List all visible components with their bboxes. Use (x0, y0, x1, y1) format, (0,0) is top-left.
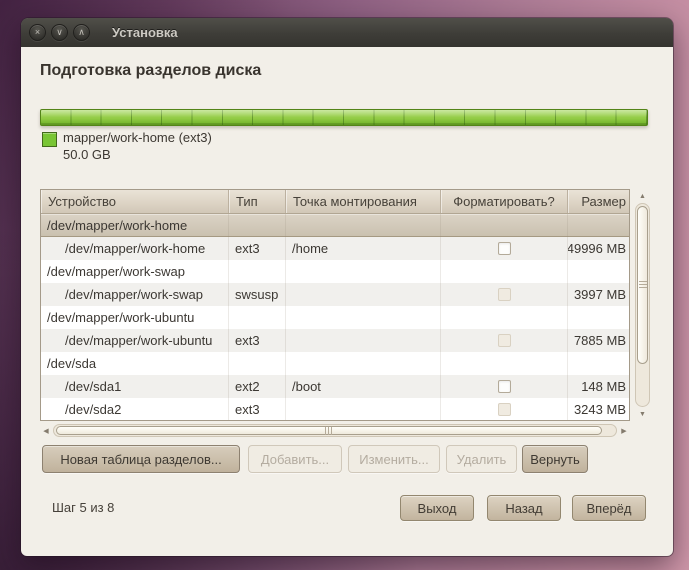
vertical-scroll-thumb[interactable] (637, 206, 648, 364)
scroll-right-icon[interactable]: ▶ (618, 426, 630, 438)
cell-mountpoint (286, 260, 441, 283)
cell-device: /dev/mapper/work-home (41, 214, 229, 237)
scroll-down-icon[interactable]: ▼ (637, 408, 649, 420)
cell-device: /dev/mapper/work-swap (41, 283, 229, 306)
table-row[interactable]: /dev/sda (41, 352, 629, 375)
scroll-left-icon[interactable]: ◀ (40, 426, 52, 438)
cell-type (229, 352, 286, 375)
vertical-scroll-trough[interactable] (635, 203, 650, 407)
cell-mountpoint (286, 329, 441, 352)
table-row[interactable]: /dev/mapper/work-home (41, 214, 629, 237)
horizontal-scroll-trough[interactable] (53, 424, 617, 437)
cell-mountpoint: /boot (286, 375, 441, 398)
cell-mountpoint (286, 352, 441, 375)
column-header-format[interactable]: Форматировать? (441, 190, 568, 213)
table-row[interactable]: /dev/mapper/work-ubuntu (41, 306, 629, 329)
cell-size: 49996 MB (568, 237, 629, 260)
cell-mountpoint (286, 283, 441, 306)
close-icon[interactable]: × (29, 24, 46, 41)
window-titlebar[interactable]: × ∨ ∧ Установка (21, 18, 673, 47)
cell-type: ext2 (229, 375, 286, 398)
cell-type (229, 214, 286, 237)
cell-size: 3997 MB (568, 283, 629, 306)
cell-mountpoint (286, 306, 441, 329)
cell-size: 3243 MB (568, 398, 629, 421)
scroll-grip-icon (639, 281, 647, 289)
horizontal-scroll-thumb[interactable] (56, 426, 602, 435)
installer-window: × ∨ ∧ Установка Подготовка разделов диск… (21, 18, 673, 556)
cell-device: /dev/sda (41, 352, 229, 375)
delete-partition-button[interactable]: Удалить (446, 445, 517, 473)
cell-type: ext3 (229, 237, 286, 260)
table-row[interactable]: /dev/mapper/work-swap swsusp 3997 MB (41, 283, 629, 306)
column-header-size[interactable]: Размер (568, 190, 629, 213)
scroll-grip-icon (325, 427, 333, 435)
table-header-row: Устройство Тип Точка монтирования Формат… (41, 190, 629, 214)
table-row[interactable]: /dev/mapper/work-home ext3 /home 49996 M… (41, 237, 629, 260)
back-button[interactable]: Назад (487, 495, 561, 521)
cell-size (568, 306, 629, 329)
forward-button[interactable]: Вперёд (572, 495, 646, 521)
cell-device: /dev/mapper/work-ubuntu (41, 329, 229, 352)
quit-button[interactable]: Выход (400, 495, 474, 521)
format-checkbox[interactable] (498, 380, 511, 393)
cell-size (568, 214, 629, 237)
column-header-device[interactable]: Устройство (41, 190, 229, 213)
legend-partition-size: 50.0 GB (63, 147, 111, 162)
cell-mountpoint (286, 398, 441, 421)
cell-type (229, 306, 286, 329)
cell-device: /dev/mapper/work-home (41, 237, 229, 260)
cell-type: swsusp (229, 283, 286, 306)
format-checkbox[interactable] (498, 288, 511, 301)
legend-partition-label: mapper/work-home (ext3) (63, 130, 212, 145)
table-row[interactable]: /dev/sda1 ext2 /boot 148 MB (41, 375, 629, 398)
cell-device: /dev/sda2 (41, 398, 229, 421)
window-title: Установка (112, 25, 178, 40)
cell-size (568, 260, 629, 283)
legend-color-swatch (42, 132, 57, 147)
table-row[interactable]: /dev/mapper/work-ubuntu ext3 7885 MB (41, 329, 629, 352)
minimize-icon[interactable]: ∨ (51, 24, 68, 41)
cell-type: ext3 (229, 329, 286, 352)
scroll-up-icon[interactable]: ▲ (637, 190, 649, 202)
step-indicator: Шаг 5 из 8 (52, 500, 114, 515)
vertical-scrollbar[interactable]: ▲ ▼ (633, 190, 652, 420)
cell-mountpoint: /home (286, 237, 441, 260)
revert-button[interactable]: Вернуть (522, 445, 588, 473)
table-row[interactable]: /dev/mapper/work-swap (41, 260, 629, 283)
partition-table: Устройство Тип Точка монтирования Формат… (40, 189, 630, 421)
edit-partition-button[interactable]: Изменить... (348, 445, 440, 473)
cell-device: /dev/mapper/work-ubuntu (41, 306, 229, 329)
cell-size: 148 MB (568, 375, 629, 398)
cell-type (229, 260, 286, 283)
format-checkbox[interactable] (498, 242, 511, 255)
table-row[interactable]: /dev/sda2 ext3 3243 MB (41, 398, 629, 421)
cell-type: ext3 (229, 398, 286, 421)
add-partition-button[interactable]: Добавить... (248, 445, 342, 473)
cell-size: 7885 MB (568, 329, 629, 352)
column-header-mountpoint[interactable]: Точка монтирования (286, 190, 441, 213)
cell-mountpoint (286, 214, 441, 237)
cell-device: /dev/mapper/work-swap (41, 260, 229, 283)
cell-device: /dev/sda1 (41, 375, 229, 398)
horizontal-scrollbar[interactable]: ◀ ▶ (40, 424, 630, 439)
cell-size (568, 352, 629, 375)
maximize-icon[interactable]: ∧ (73, 24, 90, 41)
disk-usage-bar (40, 109, 648, 126)
format-checkbox[interactable] (498, 334, 511, 347)
new-partition-table-button[interactable]: Новая таблица разделов... (42, 445, 240, 473)
format-checkbox[interactable] (498, 403, 511, 416)
column-header-type[interactable]: Тип (229, 190, 286, 213)
page-title: Подготовка разделов диска (40, 62, 261, 80)
